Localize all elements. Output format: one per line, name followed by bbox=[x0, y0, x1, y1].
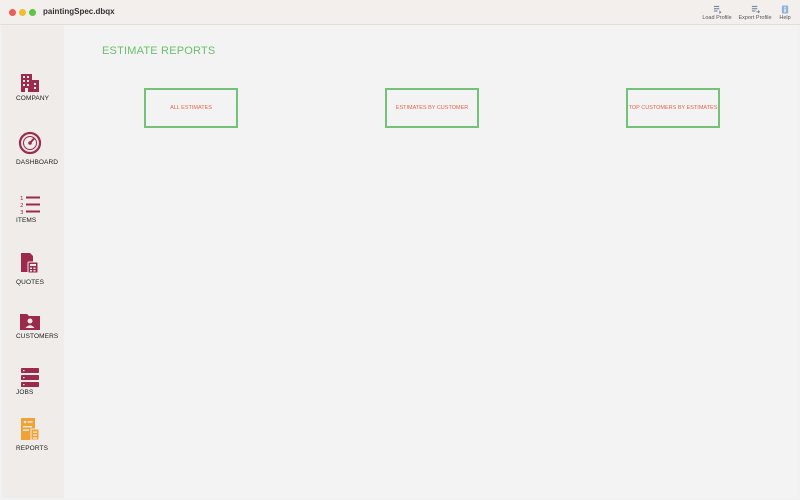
speedometer-icon bbox=[18, 131, 42, 155]
sidebar-nav: COMPANY DASHBOARD 1 2 3 ITEMS QUOTES CUS… bbox=[2, 25, 64, 498]
sidebar-item-items[interactable]: 1 2 3 ITEMS bbox=[2, 193, 64, 229]
sidebar-item-label: REPORTS bbox=[16, 445, 49, 452]
sidebar-item-reports[interactable]: REPORTS bbox=[2, 417, 64, 457]
sidebar-item-jobs[interactable]: JOBS bbox=[2, 365, 64, 401]
load-profile-icon bbox=[713, 5, 722, 14]
export-profile-icon bbox=[751, 5, 760, 14]
svg-text:1: 1 bbox=[20, 196, 24, 202]
customer-folder-icon bbox=[20, 314, 40, 330]
svg-text:3: 3 bbox=[20, 210, 24, 216]
sidebar-item-label: JOBS bbox=[16, 389, 34, 396]
help-label: Help bbox=[779, 15, 791, 21]
sidebar-item-label: COMPANY bbox=[16, 95, 50, 102]
sidebar-item-company[interactable]: COMPANY bbox=[2, 69, 64, 109]
load-profile-label: Load Profile bbox=[702, 15, 732, 21]
help-icon bbox=[781, 5, 789, 14]
estimates-by-customer-button[interactable]: ESTIMATES BY CUSTOMER bbox=[385, 88, 479, 128]
minimize-window-button[interactable] bbox=[19, 9, 26, 16]
sidebar-item-label: DASHBOARD bbox=[16, 159, 59, 166]
button-label: ALL ESTIMATES bbox=[170, 105, 212, 111]
button-label: TOP CUSTOMERS BY ESTIMATES bbox=[628, 105, 718, 111]
help-button[interactable]: Help bbox=[776, 5, 794, 21]
report-document-icon bbox=[21, 418, 40, 441]
close-window-button[interactable] bbox=[9, 9, 16, 16]
load-profile-button[interactable]: Load Profile bbox=[700, 5, 734, 21]
quote-document-icon bbox=[21, 253, 39, 274]
button-label: ESTIMATES BY CUSTOMER bbox=[395, 105, 469, 111]
sidebar-item-label: ITEMS bbox=[16, 217, 37, 224]
numbered-list-icon: 1 2 3 bbox=[20, 196, 40, 216]
sidebar-item-customers[interactable]: CUSTOMERS bbox=[2, 309, 64, 345]
zoom-window-button[interactable] bbox=[29, 9, 36, 16]
page-title: ESTIMATE REPORTS bbox=[102, 45, 216, 57]
building-icon bbox=[21, 74, 39, 92]
stacked-list-icon bbox=[21, 368, 39, 387]
export-profile-button[interactable]: Export Profile bbox=[736, 5, 774, 21]
all-estimates-button[interactable]: ALL ESTIMATES bbox=[144, 88, 238, 128]
sidebar-item-quotes[interactable]: QUOTES bbox=[2, 251, 64, 291]
window-titlebar: paintingSpec.dbqx Load Profile Export Pr… bbox=[0, 0, 800, 25]
sidebar-item-label: QUOTES bbox=[16, 279, 45, 286]
main-content: ESTIMATE REPORTS ALL ESTIMATES ESTIMATES… bbox=[64, 25, 798, 498]
svg-text:2: 2 bbox=[20, 203, 24, 209]
top-customers-by-estimates-button[interactable]: TOP CUSTOMERS BY ESTIMATES bbox=[626, 88, 720, 128]
window-title: paintingSpec.dbqx bbox=[43, 7, 115, 16]
sidebar-item-dashboard[interactable]: DASHBOARD bbox=[2, 131, 64, 175]
sidebar-item-label: CUSTOMERS bbox=[16, 333, 59, 340]
export-profile-label: Export Profile bbox=[738, 15, 772, 21]
